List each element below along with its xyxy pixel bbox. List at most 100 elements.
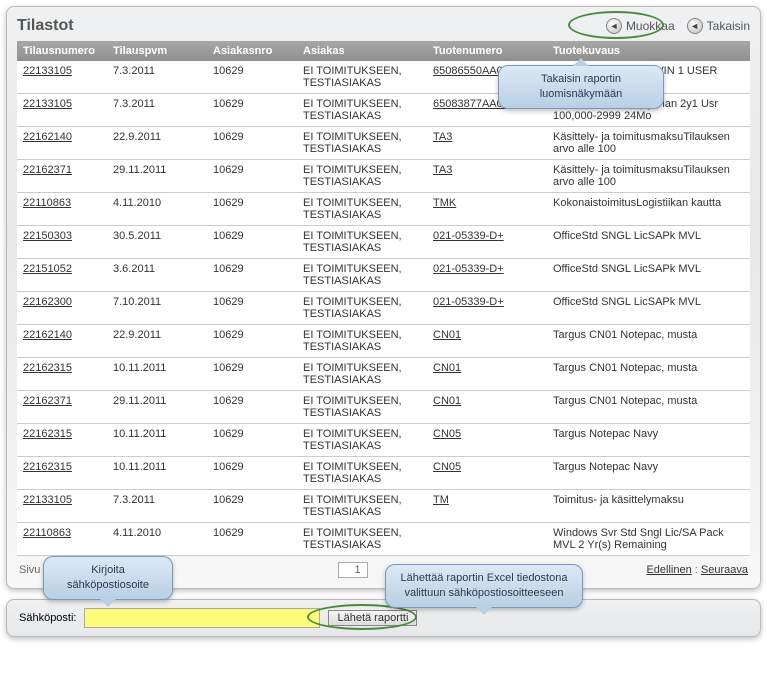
cell-ordernum[interactable]: 22162140 bbox=[17, 325, 107, 358]
cell-prodnum[interactable]: CN05 bbox=[427, 457, 547, 490]
cell-prodnum[interactable]: 021-05339-D+ bbox=[427, 292, 547, 325]
cell-orderdate: 22.9.2011 bbox=[107, 127, 207, 160]
cell-proddesc: Windows Svr Std Sngl Lic/SA Pack MVL 2 Y… bbox=[547, 523, 750, 556]
email-panel: Sähköposti: Lähetä raportti bbox=[6, 599, 761, 637]
cell-proddesc: Toimitus- ja käsittelymaksu bbox=[547, 490, 750, 523]
cell-ordernum[interactable]: 22150303 bbox=[17, 226, 107, 259]
cell-ordernum[interactable]: 22162140 bbox=[17, 127, 107, 160]
back-button[interactable]: ◄ Takaisin bbox=[687, 18, 750, 34]
cell-prodnum[interactable]: CN01 bbox=[427, 325, 547, 358]
table-row: 2216214022.9.201110629EI TOIMITUKSEEN, T… bbox=[17, 325, 750, 358]
edit-tooltip: Takaisin raportin luomisnäkymään bbox=[498, 65, 664, 109]
cell-orderdate: 10.11.2011 bbox=[107, 424, 207, 457]
cell-customer: EI TOIMITUKSEEN, TESTIASIAKAS bbox=[297, 61, 427, 94]
cell-ordernum[interactable]: 22162371 bbox=[17, 391, 107, 424]
cell-orderdate: 22.9.2011 bbox=[107, 325, 207, 358]
table-row: 2215030330.5.201110629EI TOIMITUKSEEN, T… bbox=[17, 226, 750, 259]
cell-orderdate: 7.10.2011 bbox=[107, 292, 207, 325]
col-customer[interactable]: Asiakas bbox=[297, 41, 427, 61]
cell-orderdate: 7.3.2011 bbox=[107, 61, 207, 94]
statistics-panel: Tilastot ◄ Muokkaa ◄ Takaisin Takaisin r… bbox=[6, 6, 761, 589]
cell-ordernum[interactable]: 22151052 bbox=[17, 259, 107, 292]
pager-page-input[interactable]: 1 bbox=[338, 562, 368, 578]
toolbar: ◄ Muokkaa ◄ Takaisin bbox=[606, 18, 750, 34]
cell-orderdate: 30.5.2011 bbox=[107, 226, 207, 259]
cell-proddesc: OfficeStd SNGL LicSAPk MVL bbox=[547, 226, 750, 259]
cell-proddesc: Targus CN01 Notepac, musta bbox=[547, 358, 750, 391]
table-row: 2216231510.11.201110629EI TOIMITUKSEEN, … bbox=[17, 424, 750, 457]
cell-orderdate: 3.6.2011 bbox=[107, 259, 207, 292]
cell-custnum: 10629 bbox=[207, 523, 297, 556]
col-orderdate[interactable]: Tilauspvm bbox=[107, 41, 207, 61]
table-row: 2216214022.9.201110629EI TOIMITUKSEEN, T… bbox=[17, 127, 750, 160]
cell-prodnum[interactable]: CN01 bbox=[427, 391, 547, 424]
cell-custnum: 10629 bbox=[207, 160, 297, 193]
back-label: Takaisin bbox=[707, 19, 750, 33]
cell-ordernum[interactable]: 22162315 bbox=[17, 358, 107, 391]
cell-ordernum[interactable]: 22162371 bbox=[17, 160, 107, 193]
cell-proddesc: KokonaistoimitusLogistiikan kautta bbox=[547, 193, 750, 226]
cell-prodnum[interactable]: TA3 bbox=[427, 127, 547, 160]
send-report-button[interactable]: Lähetä raportti bbox=[328, 610, 417, 626]
pager-next[interactable]: Seuraava bbox=[701, 564, 748, 576]
cell-orderdate: 29.11.2011 bbox=[107, 160, 207, 193]
cell-orderdate: 10.11.2011 bbox=[107, 358, 207, 391]
edit-button[interactable]: ◄ Muokkaa bbox=[606, 18, 675, 34]
cell-custnum: 10629 bbox=[207, 259, 297, 292]
cell-proddesc: Targus CN01 Notepac, musta bbox=[547, 325, 750, 358]
pager-prev[interactable]: Edellinen bbox=[646, 564, 691, 576]
col-prodnum[interactable]: Tuotenumero bbox=[427, 41, 547, 61]
cell-ordernum[interactable]: 22162315 bbox=[17, 457, 107, 490]
cell-customer: EI TOIMITUKSEEN, TESTIASIAKAS bbox=[297, 193, 427, 226]
cell-custnum: 10629 bbox=[207, 193, 297, 226]
cell-orderdate: 10.11.2011 bbox=[107, 457, 207, 490]
cell-custnum: 10629 bbox=[207, 94, 297, 127]
cell-customer: EI TOIMITUKSEEN, TESTIASIAKAS bbox=[297, 490, 427, 523]
table-row: 2216237129.11.201110629EI TOIMITUKSEEN, … bbox=[17, 160, 750, 193]
cell-ordernum[interactable]: 22110863 bbox=[17, 523, 107, 556]
cell-prodnum[interactable]: 021-05339-D+ bbox=[427, 226, 547, 259]
cell-customer: EI TOIMITUKSEEN, TESTIASIAKAS bbox=[297, 358, 427, 391]
table-header-row: Tilausnumero Tilauspvm Asiakasnro Asiaka… bbox=[17, 41, 750, 61]
cell-ordernum[interactable]: 22162300 bbox=[17, 292, 107, 325]
table-row: 221108634.11.201010629EI TOIMITUKSEEN, T… bbox=[17, 193, 750, 226]
cell-prodnum[interactable]: TMK bbox=[427, 193, 547, 226]
cell-prodnum[interactable] bbox=[427, 523, 547, 556]
cell-prodnum[interactable]: TM bbox=[427, 490, 547, 523]
cell-ordernum[interactable]: 22133105 bbox=[17, 490, 107, 523]
email-label: Sähköposti: bbox=[19, 612, 76, 624]
cell-ordernum[interactable]: 22162315 bbox=[17, 424, 107, 457]
col-custnum[interactable]: Asiakasnro bbox=[207, 41, 297, 61]
table-row: 2216231510.11.201110629EI TOIMITUKSEEN, … bbox=[17, 457, 750, 490]
cell-proddesc: Käsittely- ja toimitusmaksuTilauksen arv… bbox=[547, 127, 750, 160]
cell-customer: EI TOIMITUKSEEN, TESTIASIAKAS bbox=[297, 94, 427, 127]
cell-prodnum[interactable]: 021-05339-D+ bbox=[427, 259, 547, 292]
cell-customer: EI TOIMITUKSEEN, TESTIASIAKAS bbox=[297, 127, 427, 160]
cell-customer: EI TOIMITUKSEEN, TESTIASIAKAS bbox=[297, 391, 427, 424]
cell-prodnum[interactable]: TA3 bbox=[427, 160, 547, 193]
title-row: Tilastot ◄ Muokkaa ◄ Takaisin bbox=[17, 15, 750, 41]
cell-orderdate: 7.3.2011 bbox=[107, 94, 207, 127]
email-input[interactable] bbox=[84, 608, 320, 628]
table-row: 221623007.10.201110629EI TOIMITUKSEEN, T… bbox=[17, 292, 750, 325]
cell-ordernum[interactable]: 22110863 bbox=[17, 193, 107, 226]
col-ordernum[interactable]: Tilausnumero bbox=[17, 41, 107, 61]
cell-customer: EI TOIMITUKSEEN, TESTIASIAKAS bbox=[297, 292, 427, 325]
cell-proddesc: Targus Notepac Navy bbox=[547, 457, 750, 490]
cell-custnum: 10629 bbox=[207, 391, 297, 424]
cell-proddesc: OfficeStd SNGL LicSAPk MVL bbox=[547, 292, 750, 325]
cell-customer: EI TOIMITUKSEEN, TESTIASIAKAS bbox=[297, 424, 427, 457]
table-row: 221108634.11.201010629EI TOIMITUKSEEN, T… bbox=[17, 523, 750, 556]
cell-prodnum[interactable]: CN05 bbox=[427, 424, 547, 457]
table-row: 221331057.3.201110629EI TOIMITUKSEEN, TE… bbox=[17, 490, 750, 523]
cell-customer: EI TOIMITUKSEEN, TESTIASIAKAS bbox=[297, 325, 427, 358]
pager-links: Edellinen : Seuraava bbox=[646, 564, 748, 576]
cell-ordernum[interactable]: 22133105 bbox=[17, 94, 107, 127]
cell-orderdate: 29.11.2011 bbox=[107, 391, 207, 424]
cell-prodnum[interactable]: CN01 bbox=[427, 358, 547, 391]
report-table: Tilausnumero Tilauspvm Asiakasnro Asiaka… bbox=[17, 41, 750, 556]
page-title: Tilastot bbox=[17, 17, 74, 35]
cell-orderdate: 7.3.2011 bbox=[107, 490, 207, 523]
cell-custnum: 10629 bbox=[207, 358, 297, 391]
cell-ordernum[interactable]: 22133105 bbox=[17, 61, 107, 94]
